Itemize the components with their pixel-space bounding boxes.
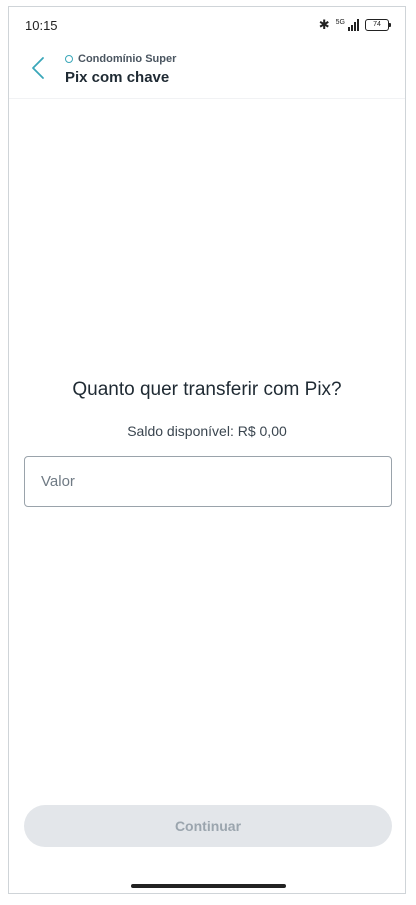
network-type-label: 5G bbox=[335, 18, 345, 26]
battery-icon: 74 bbox=[365, 18, 391, 31]
chevron-left-icon bbox=[32, 57, 44, 79]
home-indicator[interactable] bbox=[131, 884, 286, 888]
context-label: Condomínio Super bbox=[65, 53, 176, 65]
bluetooth-icon: ✱ bbox=[318, 17, 330, 32]
battery-level: 74 bbox=[373, 20, 381, 28]
status-time: 10:15 bbox=[25, 18, 58, 33]
circle-status-icon bbox=[65, 55, 73, 63]
app-screen: 10:15 ✱ 5G 74 Condomínio Super Pix com c… bbox=[8, 6, 406, 894]
status-icons: ✱ 5G 74 bbox=[318, 17, 391, 32]
transfer-question: Quanto quer transferir com Pix? bbox=[72, 379, 342, 400]
context-label-text: Condomínio Super bbox=[78, 53, 177, 65]
page-title: Pix com chave bbox=[65, 69, 170, 86]
continue-button[interactable]: Continuar bbox=[24, 805, 392, 847]
status-bar: 10:15 ✱ 5G 74 bbox=[9, 7, 405, 45]
back-button[interactable] bbox=[25, 55, 51, 81]
page-header: Condomínio Super Pix com chave bbox=[9, 45, 405, 99]
signal-icon: 5G bbox=[335, 18, 359, 31]
available-balance: Saldo disponível: R$ 0,00 bbox=[127, 423, 287, 439]
amount-input[interactable] bbox=[24, 456, 392, 507]
